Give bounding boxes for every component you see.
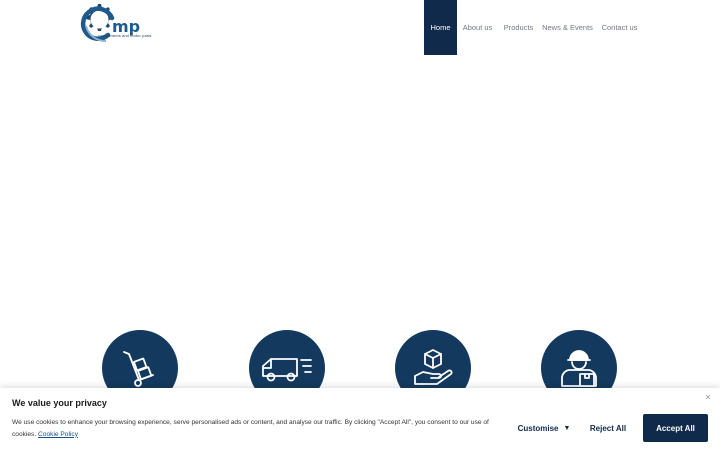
customise-button[interactable]: Customise ▼ [508, 414, 580, 442]
customise-label: Customise [517, 423, 559, 433]
nav-about-us[interactable]: About us [457, 0, 498, 55]
site-header: mp components and motor parts Home About… [0, 0, 720, 56]
cookie-text: We use cookies to enhance your browsing … [12, 417, 492, 440]
close-icon[interactable]: × [703, 392, 713, 402]
delivery-van-icon [262, 358, 312, 382]
box-in-hand-icon [414, 349, 453, 385]
caret-down-icon: ▼ [563, 424, 571, 432]
reject-all-button[interactable]: Reject All [580, 414, 636, 442]
nav-home[interactable]: Home [424, 0, 457, 55]
logo[interactable]: mp components and motor parts [78, 2, 162, 50]
accept-all-button[interactable]: Accept All [643, 414, 708, 442]
logo-tagline: components and motor parts [98, 33, 152, 38]
nav-products[interactable]: Products [498, 0, 539, 55]
gear-logo-icon: mp [80, 4, 140, 43]
delivery-person-icon [561, 350, 597, 387]
cookie-policy-link[interactable]: Cookie Policy [38, 431, 78, 438]
main-nav: Home About us Products News & Events Con… [424, 0, 643, 55]
cookie-description: We use cookies to enhance your browsing … [12, 419, 489, 438]
nav-news-events[interactable]: News & Events [539, 0, 596, 55]
hero-section [0, 56, 720, 320]
cookie-banner: × We value your privacy We use cookies t… [0, 388, 720, 450]
hand-truck-icon [123, 351, 154, 387]
cookie-title: We value your privacy [12, 398, 107, 408]
nav-contact-us[interactable]: Contact us [596, 0, 643, 55]
